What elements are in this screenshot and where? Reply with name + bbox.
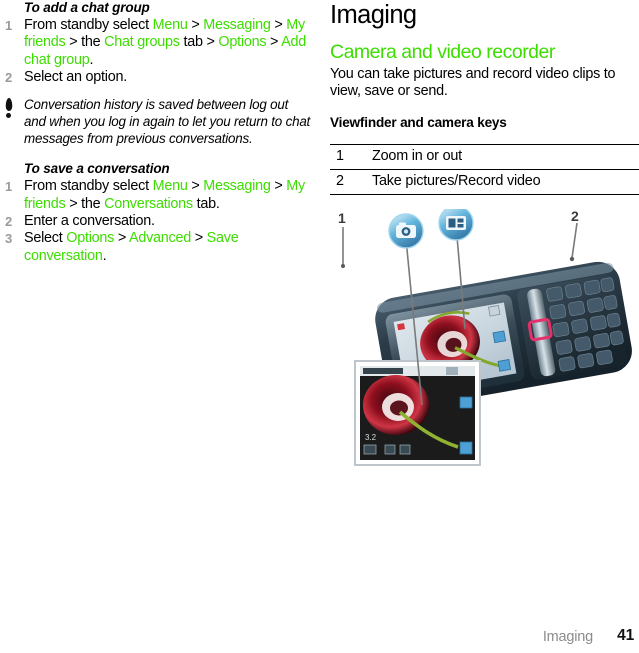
step-text: From standby select (24, 178, 153, 195)
procedure-steps-add-chat-group: 1 From standby select Menu > Messaging > … (0, 17, 312, 87)
step-text: > (187, 178, 204, 195)
step-number: 2 (5, 70, 12, 86)
step-text: > (114, 230, 129, 247)
table-row: 2 Take pictures/Record video (330, 169, 639, 195)
step-text: > (266, 34, 282, 51)
manual-page: To add a chat group 1 From standby select… (0, 0, 639, 653)
step-text: . (102, 247, 107, 264)
camera-badge-icon (388, 213, 424, 249)
step-text: > the (65, 195, 105, 212)
key-description: Take pictures/Record video (372, 172, 541, 189)
leader-dots (341, 256, 575, 268)
menu-path-token: Conversations (104, 195, 193, 212)
step-text: . (89, 51, 94, 68)
menu-path-token: Menu (152, 17, 188, 33)
step-number: 1 (5, 179, 12, 195)
save-conversation-step-1: 1 From standby select Menu > Messaging > … (0, 178, 312, 213)
key-number: 2 (336, 172, 344, 189)
menu-path-token: Messaging (203, 17, 271, 33)
page-title: Imaging (330, 1, 417, 29)
add-chat-group-step-2: 2 Select an option. (0, 69, 312, 86)
callout-label-1: 1 (338, 210, 346, 226)
step-number: 2 (5, 214, 12, 230)
footer-section-name: Imaging (542, 629, 593, 645)
menu-path-token: Chat groups (104, 34, 180, 51)
save-conversation-step-2: 2 Enter a conversation. (0, 213, 312, 230)
step-text: > (270, 17, 287, 33)
step-number: 1 (5, 18, 12, 33)
procedure-steps-save-conversation: 1 From standby select Menu > Messaging > … (0, 178, 312, 265)
step-text: Select an option. (24, 69, 127, 86)
key-number: 1 (336, 147, 344, 164)
step-text: > (187, 17, 204, 33)
step-number: 3 (5, 231, 12, 247)
procedure-title-save-conversation: To save a conversation (24, 161, 170, 177)
save-conversation-step-3: 3 Select Options > Advanced > Save conver… (0, 230, 312, 265)
section-body: You can take pictures and record video c… (330, 66, 616, 100)
subsection-heading: Viewfinder and camera keys (330, 114, 507, 130)
video-badge-icon (438, 208, 474, 241)
procedure-title-add-chat-group: To add a chat group (24, 0, 150, 15)
step-text: Select (24, 230, 67, 247)
camera-keys-table: 1 Zoom in or out 2 Take pictures/Record vid… (330, 144, 639, 195)
step-text: tab > (179, 34, 219, 51)
table-row: 1 Zoom in or out (330, 144, 639, 169)
menu-path-token: Options (66, 230, 115, 247)
viewfinder-inset: 3.2 (354, 359, 481, 466)
section-heading: Camera and video recorder (330, 41, 555, 63)
note-box: Conversation history is saved between lo… (0, 96, 312, 148)
step-text: tab. (192, 195, 220, 212)
menu-path-token: Menu (152, 178, 188, 195)
left-column: To add a chat group 1 From standby select… (0, 0, 312, 265)
menu-path-token: Messaging (203, 178, 271, 195)
phone-illustration: 3.2 1 2 (330, 208, 639, 484)
step-text: Enter a conversation. (24, 213, 155, 230)
right-column: Imaging Camera and video recorder You ca… (330, 0, 639, 484)
step-text: > (190, 230, 207, 247)
exclamation-icon (4, 97, 13, 118)
key-description: Zoom in or out (372, 147, 462, 164)
add-chat-group-step-1: 1 From standby select Menu > Messaging > … (0, 17, 312, 69)
menu-path-token: Options (218, 34, 267, 51)
page-footer: Imaging 41 (0, 625, 639, 645)
callout-label-2: 2 (571, 209, 579, 224)
step-text: From standby select (24, 17, 153, 33)
svg-text:3.2: 3.2 (365, 433, 377, 442)
footer-page-number: 41 (617, 627, 634, 644)
note-text: Conversation history is saved between lo… (24, 96, 311, 147)
step-text: > the (65, 34, 105, 51)
menu-path-token: Advanced (128, 230, 191, 247)
step-text: > (270, 178, 287, 195)
